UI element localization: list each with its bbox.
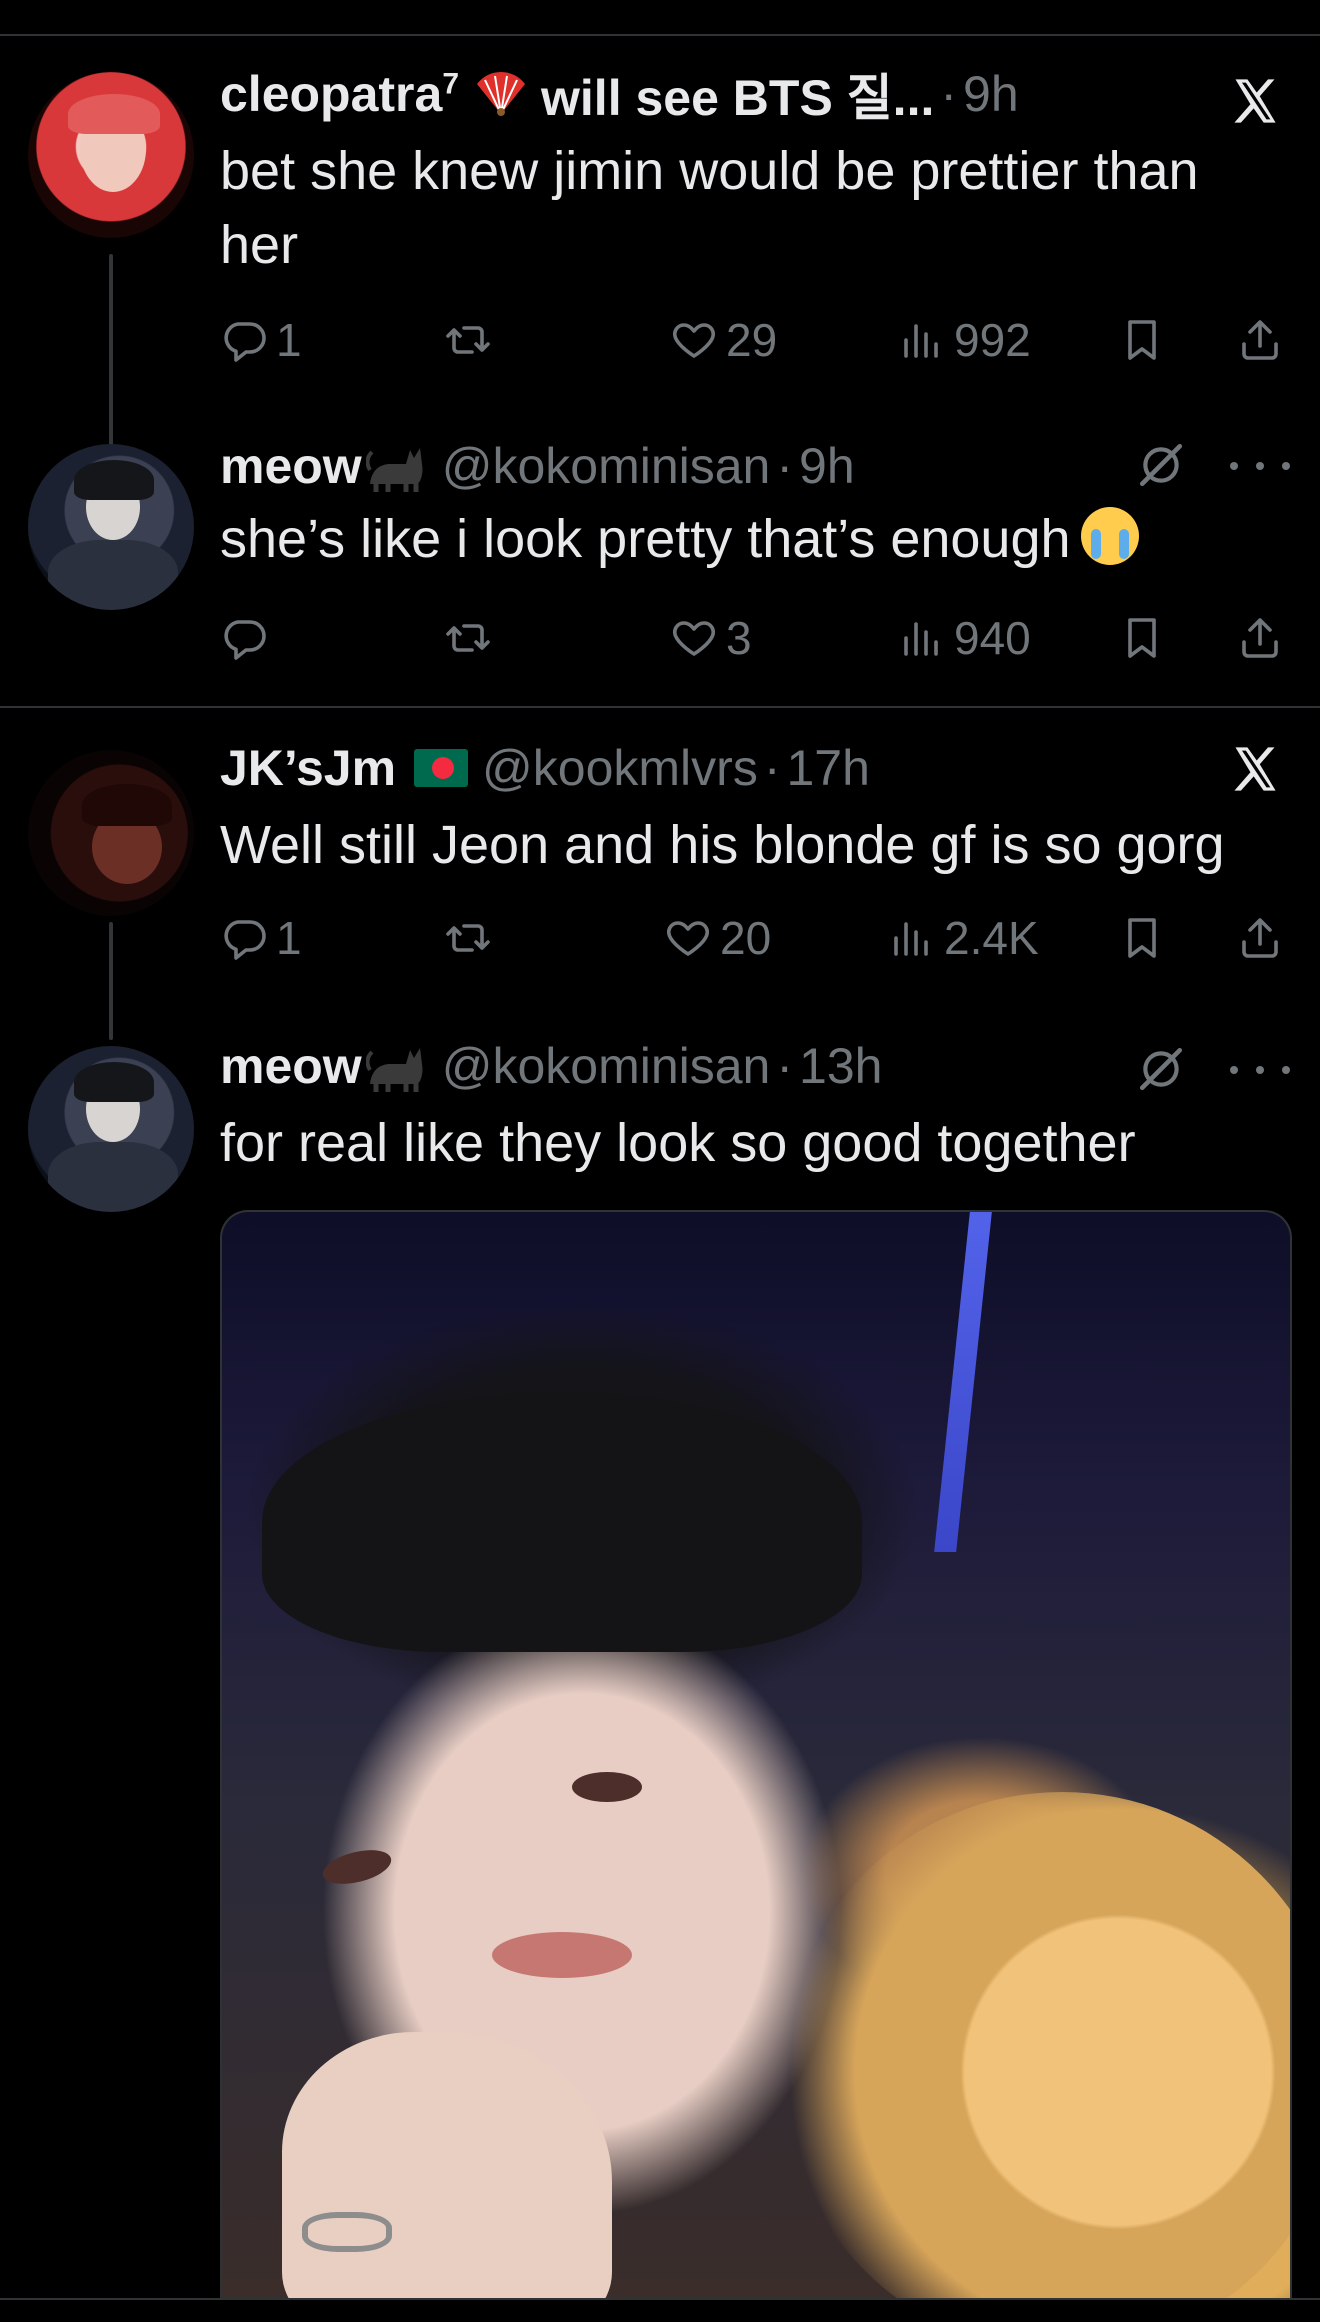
reply-icon xyxy=(224,920,266,960)
timestamp[interactable]: 9h xyxy=(963,65,1019,123)
reply-icon xyxy=(224,322,266,362)
handle[interactable]: @kokominisan xyxy=(442,1037,771,1095)
repost-icon xyxy=(446,924,490,952)
photo-lips xyxy=(492,1932,632,1978)
photo-eye-left xyxy=(319,1843,395,1891)
bookmark-icon xyxy=(1128,918,1156,958)
bookmark-button[interactable] xyxy=(1118,908,1166,968)
avatar[interactable] xyxy=(28,750,194,916)
reply-button[interactable]: 1 xyxy=(220,908,302,968)
fan-emoji-icon xyxy=(473,70,529,118)
reply-button[interactable]: 1 xyxy=(220,310,302,370)
tweet-header: JK’sJm @kookmlvrs · 17h xyxy=(220,739,870,797)
views-icon xyxy=(904,324,938,358)
tweet-1[interactable]: cleopatra7 will see BTS 질... · 9h bet sh… xyxy=(0,36,1320,466)
like-button[interactable]: 20 xyxy=(664,908,771,968)
loudly-crying-emoji-icon xyxy=(1080,507,1139,565)
views-icon xyxy=(904,622,938,656)
avatar[interactable] xyxy=(28,72,194,238)
handle[interactable]: @kokominisan xyxy=(442,437,771,495)
avatar[interactable] xyxy=(28,1046,194,1212)
bookmark-icon xyxy=(1128,618,1156,658)
reply-icon xyxy=(224,620,266,660)
x-logo-icon xyxy=(1226,740,1284,798)
repost-button[interactable] xyxy=(444,608,492,668)
share-icon xyxy=(1242,618,1278,658)
black-cat-emoji-icon xyxy=(365,1040,428,1092)
tweet-2[interactable]: meow @kokominisan · 9h she’s like i look… xyxy=(0,436,1320,706)
heart-icon xyxy=(673,323,715,358)
thread-line xyxy=(109,922,113,1040)
share-icon xyxy=(1242,918,1278,958)
x-logo-icon xyxy=(1226,72,1284,130)
views-button[interactable]: 992 xyxy=(898,310,1031,370)
photo-ring xyxy=(302,2212,392,2252)
repost-icon xyxy=(446,624,490,652)
share-button[interactable] xyxy=(1236,310,1284,370)
views-button[interactable]: 2.4K xyxy=(888,908,1039,968)
like-button[interactable]: 29 xyxy=(670,310,777,370)
bookmark-button[interactable] xyxy=(1118,310,1166,370)
views-icon xyxy=(894,922,928,956)
photo-hand xyxy=(282,2032,612,2298)
timestamp[interactable]: 17h xyxy=(786,739,869,797)
handle[interactable]: @kookmlvrs xyxy=(482,739,758,797)
avatar[interactable] xyxy=(28,444,194,610)
photo-blonde-hair xyxy=(782,1792,1290,2298)
tweet-header: meow @kokominisan · 9h xyxy=(220,437,855,495)
timestamp[interactable]: 9h xyxy=(799,437,855,495)
more-options-icon[interactable] xyxy=(1230,1050,1290,1090)
display-name-suffix: will see BTS 질... xyxy=(541,70,935,126)
tweet-photo[interactable] xyxy=(220,1210,1292,2298)
bookmark-button[interactable] xyxy=(1118,608,1166,668)
timestamp[interactable]: 13h xyxy=(799,1037,882,1095)
thread-line xyxy=(109,254,113,466)
repost-icon xyxy=(446,326,490,354)
more-options-icon[interactable] xyxy=(1230,446,1290,486)
grok-icon[interactable] xyxy=(1132,436,1190,494)
display-name[interactable]: cleopatra7 xyxy=(220,65,459,123)
tweet-actions: 1 29 992 xyxy=(220,310,1296,370)
like-button[interactable]: 3 xyxy=(670,608,752,668)
repost-button[interactable] xyxy=(444,908,492,968)
black-cat-emoji-icon xyxy=(365,440,428,492)
heart-icon xyxy=(673,621,715,656)
views-button[interactable]: 940 xyxy=(898,608,1031,668)
tweet-text: Well still Jeon and his blonde gf is so … xyxy=(220,815,1225,875)
reply-button[interactable] xyxy=(220,608,268,668)
bottom-divider xyxy=(0,2298,1320,2300)
tweet-text: bet she knew jimin would be prettier tha… xyxy=(220,141,1199,275)
photo-eye-right xyxy=(572,1772,642,1802)
photo-dark-hair xyxy=(262,1392,862,1652)
tweet-text: for real like they look so good together xyxy=(220,1113,1136,1173)
share-button[interactable] xyxy=(1236,908,1284,968)
grok-icon[interactable] xyxy=(1132,1040,1190,1098)
share-icon xyxy=(1242,320,1278,360)
tweet-header: meow @kokominisan · 13h xyxy=(220,1037,883,1095)
bangladesh-flag-icon xyxy=(414,749,469,787)
heart-icon xyxy=(667,921,709,956)
thread-view: cleopatra7 will see BTS 질... · 9h bet sh… xyxy=(0,0,1320,2322)
repost-button[interactable] xyxy=(444,310,492,370)
display-name[interactable]: meow xyxy=(220,437,362,495)
tweet-actions: 1 20 2.4K xyxy=(220,908,1296,968)
display-name[interactable]: JK’sJm xyxy=(220,739,396,797)
share-button[interactable] xyxy=(1236,608,1284,668)
tweet-header: cleopatra7 will see BTS 질... · 9h xyxy=(220,64,1019,126)
stage-light xyxy=(934,1212,992,1552)
display-name[interactable]: meow xyxy=(220,1037,362,1095)
tweet-text: she’s like i look pretty that’s enough xyxy=(220,502,1290,576)
bookmark-icon xyxy=(1128,320,1156,360)
tweet-3[interactable]: JK’sJm @kookmlvrs · 17h Well still Jeon … xyxy=(0,708,1320,1040)
tweet-actions: 3 940 xyxy=(220,608,1296,668)
